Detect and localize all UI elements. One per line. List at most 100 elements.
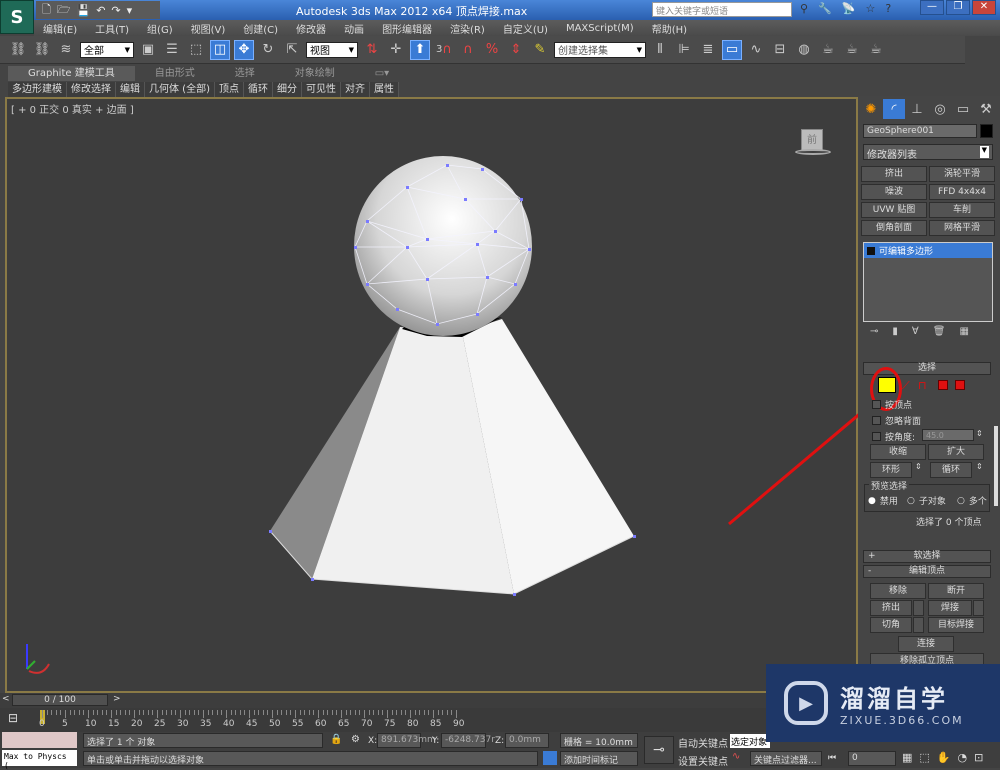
grow-button[interactable]: 扩大 xyxy=(928,444,984,460)
connect-button[interactable]: 连接 xyxy=(898,636,954,652)
ribbon-visibility[interactable]: 可见性 xyxy=(302,82,341,97)
modifier-turbosmooth-button[interactable]: 涡轮平滑 xyxy=(929,166,995,182)
preview-multi-radio[interactable]: ○ 多个 xyxy=(957,494,987,508)
star-icon[interactable]: ☆ xyxy=(865,2,875,15)
expand-icon[interactable] xyxy=(867,246,875,255)
weld-settings-button[interactable] xyxy=(973,600,984,616)
extrude-button[interactable]: 挤出 xyxy=(870,600,912,616)
material-editor-icon[interactable]: ◍ xyxy=(794,40,814,60)
more-icon[interactable]: ▾ xyxy=(127,4,133,17)
align-icon[interactable]: ⊫ xyxy=(674,40,694,60)
edit-vertices-rollout-header[interactable]: - 编辑顶点 xyxy=(863,565,991,578)
modifier-noise-button[interactable]: 噪波 xyxy=(861,184,927,200)
current-frame-field[interactable]: 0 xyxy=(848,751,896,766)
ribbon-properties[interactable]: 属性 xyxy=(370,82,399,97)
ribbon-polygon-modeling[interactable]: 多边形建模 xyxy=(8,82,67,97)
key-mode-dropdown[interactable]: 选定对象 xyxy=(730,734,770,748)
snaps-toggle-icon[interactable]: 3 ∩ xyxy=(434,40,454,60)
angle-snap-icon[interactable]: ∩ xyxy=(458,40,478,60)
chamfer-button[interactable]: 切角 xyxy=(870,617,912,633)
preview-subobject-radio[interactable]: ○ 子对象 xyxy=(907,494,946,508)
schematic-view-icon[interactable]: ⊟ xyxy=(770,40,790,60)
key-mode-toggle-icon[interactable]: ⏮ xyxy=(828,753,836,763)
modifier-list-dropdown[interactable]: 修改器列表 ▼ xyxy=(863,144,993,161)
select-manipulate-icon[interactable]: ✛ xyxy=(386,40,406,60)
menu-maxscript[interactable]: MAXScript(M) xyxy=(557,23,643,34)
select-object-icon[interactable]: ▣ xyxy=(138,40,158,60)
graphite-toggle-icon[interactable]: ▭ xyxy=(722,39,742,60)
preview-off-radio[interactable]: ● 禁用 xyxy=(868,494,898,508)
pan-icon[interactable]: ✋ xyxy=(937,751,951,764)
element-subobject-icon[interactable] xyxy=(955,380,965,390)
reference-coord-dropdown[interactable]: 视图 ▼ xyxy=(306,41,358,58)
ribbon-vertices[interactable]: 顶点 xyxy=(215,82,244,97)
save-icon[interactable]: 💾 xyxy=(77,4,91,17)
target-weld-button[interactable]: 目标焊接 xyxy=(928,617,984,633)
tab-freeform[interactable]: 自由形式 xyxy=(135,66,215,81)
zoom-extents-icon[interactable]: ▦ xyxy=(902,751,912,764)
new-icon[interactable]: 🗋 xyxy=(42,1,51,20)
object-name-field[interactable]: GeoSphere001 xyxy=(863,124,977,138)
modifier-stack[interactable]: 可编辑多边形 xyxy=(863,242,993,322)
render-production-icon[interactable]: ☕ xyxy=(866,40,886,60)
search-input[interactable]: 键入关键字或短语 xyxy=(652,2,792,17)
ring-button[interactable]: 环形 xyxy=(870,462,912,478)
edit-named-selection-icon[interactable]: ✎ xyxy=(530,40,550,60)
configure-sets-icon[interactable]: ▦ xyxy=(959,326,968,337)
soft-selection-rollout-header[interactable]: + 软选择 xyxy=(863,550,991,563)
select-scale-icon[interactable]: ⇱ xyxy=(282,40,302,60)
object-color-swatch[interactable] xyxy=(980,124,993,138)
create-tab-icon[interactable]: ✺ xyxy=(860,99,882,119)
y-coordinate-field[interactable]: -6248.737r xyxy=(441,733,495,748)
stack-item-editable-poly[interactable]: 可编辑多边形 xyxy=(864,243,992,258)
bind-space-warp-icon[interactable]: ≋ xyxy=(56,40,76,60)
extrude-settings-button[interactable] xyxy=(913,600,924,616)
rendered-frame-icon[interactable]: ☕ xyxy=(842,40,862,60)
menu-animation[interactable]: 动画 xyxy=(335,21,373,36)
modifier-bevel-profile-button[interactable]: 倒角剖面 xyxy=(861,220,927,236)
lock-selection-icon[interactable]: 🔒 xyxy=(330,734,342,745)
modifier-extrude-button[interactable]: 挤出 xyxy=(861,166,927,182)
add-time-tag-button[interactable]: 添加时间标记 xyxy=(560,751,638,766)
named-selection-dropdown[interactable]: 创建选择集 ▼ xyxy=(554,41,646,58)
menu-rendering[interactable]: 渲染(R) xyxy=(441,21,494,36)
rect-selection-region-icon[interactable]: ⬚ xyxy=(186,40,206,60)
tab-graphite[interactable]: Graphite 建模工具 xyxy=(8,66,135,81)
utilities-tab-icon[interactable]: ⚒ xyxy=(975,99,997,119)
set-key-button[interactable]: 设置关键点 xyxy=(678,753,728,768)
close-button[interactable]: ✕ xyxy=(972,0,996,15)
time-tag-icon[interactable] xyxy=(543,751,557,765)
menu-group[interactable]: 组(G) xyxy=(138,21,182,36)
ribbon-loops[interactable]: 循环 xyxy=(244,82,273,97)
select-rotate-icon[interactable]: ↻ xyxy=(258,40,278,60)
ribbon-geometry-all[interactable]: 几何体 (全部) xyxy=(145,82,215,97)
loop-button[interactable]: 循环 xyxy=(930,462,972,478)
wrench-icon[interactable]: 🔧 xyxy=(818,2,832,15)
spinner-arrows-icon[interactable]: ⇕ xyxy=(976,429,983,438)
menu-help[interactable]: 帮助(H) xyxy=(643,21,696,36)
link-icon[interactable]: ⛓ xyxy=(8,40,28,60)
tab-object-paint[interactable]: 对象绘制 xyxy=(275,66,355,81)
angle-spinner[interactable]: 45.0 xyxy=(922,429,974,441)
keyboard-shortcut-override-icon[interactable]: ⬆ xyxy=(410,39,430,60)
redo-icon[interactable]: ↷ xyxy=(111,4,120,17)
satellite-icon[interactable]: 📡 xyxy=(842,2,856,15)
key-filters-button[interactable]: 关键点过滤器... xyxy=(750,751,822,766)
auto-key-button[interactable]: 自动关键点 xyxy=(678,735,728,750)
menu-views[interactable]: 视图(V) xyxy=(182,21,235,36)
binoculars-icon[interactable]: ⚲ xyxy=(800,2,808,15)
show-end-result-icon[interactable]: ▮ xyxy=(892,326,898,337)
x-coordinate-field[interactable]: 891.673mm xyxy=(377,733,436,748)
shrink-button[interactable]: 收缩 xyxy=(870,444,926,460)
select-by-name-icon[interactable]: ☰ xyxy=(162,40,182,60)
absolute-mode-icon[interactable]: ⚙ xyxy=(351,734,360,745)
by-vertex-checkbox[interactable]: 按顶点 xyxy=(872,398,912,411)
orbit-icon[interactable]: ◔ xyxy=(958,751,968,764)
loop-spinner-icon[interactable]: ⇕ xyxy=(976,462,983,471)
pin-stack-icon[interactable]: ⊸ xyxy=(870,326,878,337)
selection-filter-dropdown[interactable]: 全部 ▼ xyxy=(80,41,134,58)
remove-modifier-icon[interactable]: 🗑 xyxy=(933,326,946,337)
pivot-center-icon[interactable]: ⇅ xyxy=(362,40,382,60)
menu-create[interactable]: 创建(C) xyxy=(234,21,287,36)
time-next-button[interactable]: > xyxy=(113,694,121,704)
